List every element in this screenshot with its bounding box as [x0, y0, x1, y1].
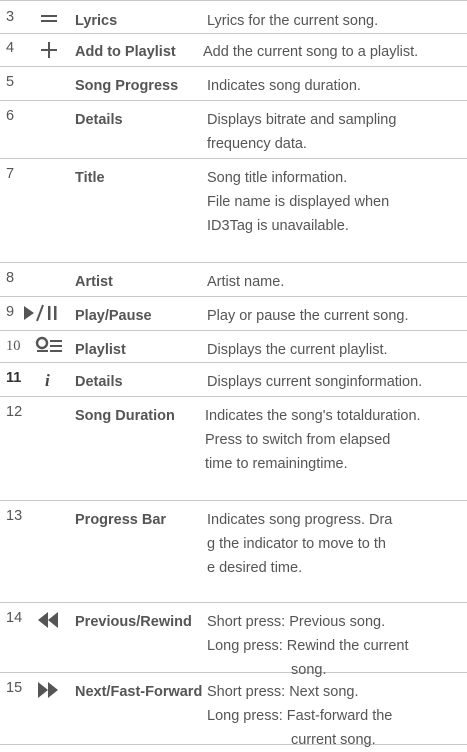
- table-row: 6 Details Displays bitrate and sampling f…: [0, 100, 467, 159]
- function-name: Song Progress: [75, 78, 179, 94]
- row-number: 6: [6, 108, 15, 124]
- function-name: Lyrics: [75, 13, 118, 29]
- lyrics-icon: [41, 15, 57, 22]
- row-number: 13: [6, 508, 23, 524]
- table-row: 5 Song Progress Indicates song duration.: [0, 66, 467, 101]
- function-description: Indicates song duration.: [207, 78, 361, 94]
- function-description: Lyrics for the current song.: [207, 13, 379, 29]
- row-number: 5: [6, 74, 15, 90]
- table-row: 9 Play/Pause Play or pause the current s…: [0, 296, 467, 331]
- row-number: 3: [6, 9, 15, 25]
- function-description: Displays the current playlist.: [207, 342, 388, 358]
- function-description: Play or pause the current song.: [207, 308, 409, 324]
- function-name: Add to Playlist: [75, 44, 176, 60]
- table-row: 7 Title Song title information. File name…: [0, 158, 467, 263]
- play-pause-icon: [24, 304, 57, 322]
- row-number: 10: [6, 338, 21, 354]
- function-name: Details: [75, 112, 123, 128]
- function-description: Displays bitrate and sampling frequency d…: [207, 112, 397, 152]
- function-name: Progress Bar: [75, 512, 167, 528]
- row-number: 15: [6, 680, 23, 696]
- function-name: Play/Pause: [75, 308, 152, 324]
- function-description: Add the current song to a playlist.: [203, 44, 419, 60]
- table-row: 4 Add to Playlist Add the current song t…: [0, 32, 467, 67]
- table-row: 3 Lyrics Lyrics for the current song.: [0, 0, 467, 34]
- function-name: Playlist: [75, 342, 126, 358]
- rewind-icon: [38, 612, 58, 628]
- function-name: Title: [75, 170, 105, 186]
- table-row: 10 Playlist Displays the current playlis…: [0, 330, 467, 363]
- table-row: 11 i Details Displays current songinform…: [0, 362, 467, 397]
- table-row: 14 Previous/Rewind Short press: Previous…: [0, 602, 467, 678]
- function-description: Artist name.: [207, 274, 285, 290]
- table-row: 12 Song Duration Indicates the song's to…: [0, 396, 467, 501]
- function-description: Displays current songinformation.: [207, 374, 423, 390]
- function-name: Song Duration: [75, 408, 175, 424]
- function-name: Details: [75, 374, 123, 390]
- table-row: 8 Artist Artist name.: [0, 262, 467, 297]
- svg-text:i: i: [45, 371, 50, 390]
- row-number: 8: [6, 270, 15, 286]
- function-description: Indicates the song's totalduration. Press…: [205, 408, 421, 472]
- add-icon: [41, 42, 57, 58]
- row-number: 14: [6, 610, 23, 626]
- function-description: Short press: Next song. Long press: Fast-…: [207, 684, 393, 748]
- function-name: Previous/Rewind: [75, 614, 192, 630]
- table-row: 13 Progress Bar Indicates song progress.…: [0, 500, 467, 603]
- fast-forward-icon: [38, 682, 58, 698]
- row-number: 11: [6, 370, 22, 386]
- function-name: Artist: [75, 274, 113, 290]
- function-name: Next/Fast-Forward: [75, 684, 203, 700]
- playlist-icon: [35, 336, 62, 352]
- row-number: 12: [6, 404, 23, 420]
- table-row: 15 Next/Fast-Forward Short press: Next s…: [0, 672, 467, 748]
- row-number: 7: [6, 166, 15, 182]
- row-number: 9: [6, 304, 15, 320]
- function-description: Song title information. File name is disp…: [207, 170, 390, 234]
- row-number: 4: [6, 40, 15, 56]
- function-description: Indicates song progress. Dra g the indica…: [207, 512, 393, 576]
- info-icon: i: [45, 371, 50, 390]
